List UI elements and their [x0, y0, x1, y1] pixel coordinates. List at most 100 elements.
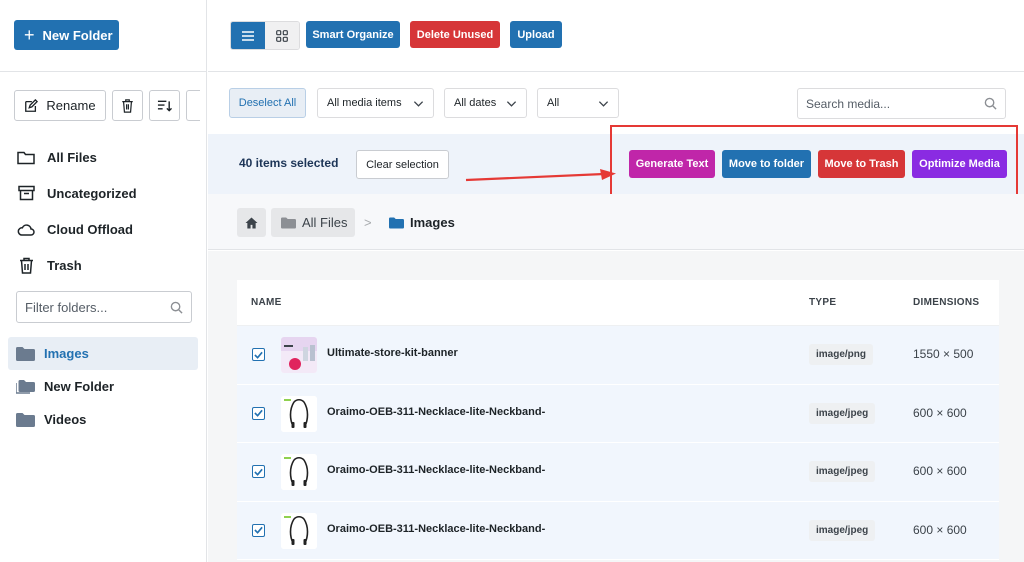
- nav-cloud-offload[interactable]: Cloud Offload: [17, 211, 137, 247]
- folder-tree: Images New Folder Videos: [8, 337, 198, 436]
- delete-folder-button[interactable]: [112, 90, 143, 121]
- media-library-app: + New Folder Rename All Files Uncategori…: [0, 0, 1024, 562]
- nav-uncategorized[interactable]: Uncategorized: [17, 175, 137, 211]
- filter-folders-field[interactable]: [16, 291, 192, 323]
- selection-bar: 40 items selected Clear selection Genera…: [208, 125, 1024, 207]
- row-checkbox[interactable]: [252, 465, 265, 478]
- sort-button[interactable]: [149, 90, 180, 121]
- folder-tools: Rename: [14, 90, 200, 121]
- breadcrumb-all-files-label: All Files: [302, 215, 348, 230]
- breadcrumb-separator: >: [364, 215, 372, 230]
- grid-icon: [276, 29, 288, 42]
- move-to-folder-button[interactable]: Move to folder: [722, 150, 811, 178]
- column-dimensions[interactable]: DIMENSIONS: [913, 297, 979, 308]
- grid-view-button[interactable]: [265, 22, 299, 49]
- chevron-down-icon: [413, 101, 424, 107]
- check-icon: [254, 468, 263, 476]
- clear-selection-button[interactable]: Clear selection: [356, 150, 449, 179]
- breadcrumb-home[interactable]: [237, 208, 266, 237]
- deselect-all-button[interactable]: Deselect All: [229, 88, 306, 118]
- nav-trash[interactable]: Trash: [17, 247, 137, 283]
- chevron-down-icon: [598, 101, 609, 107]
- row-checkbox[interactable]: [252, 523, 265, 537]
- nav-trash-label: Trash: [47, 257, 82, 273]
- delete-unused-button[interactable]: Delete Unused: [410, 21, 500, 48]
- table-row[interactable]: Oraimo-OEB-311-Necklace-lite-Neckband- i…: [237, 501, 999, 560]
- file-type-badge: image/png: [809, 344, 874, 365]
- search-media-field[interactable]: [797, 88, 1006, 119]
- media-type-select[interactable]: All media items: [317, 88, 434, 118]
- status-select[interactable]: All: [537, 88, 619, 118]
- search-media-input[interactable]: [806, 96, 966, 111]
- folder-icon: [281, 216, 296, 229]
- folder-item-images[interactable]: Images: [8, 337, 198, 370]
- row-checkbox[interactable]: [252, 348, 265, 361]
- date-select[interactable]: All dates: [444, 88, 527, 118]
- file-name[interactable]: Ultimate-store-kit-banner: [327, 347, 458, 359]
- table-row[interactable]: Ultimate-store-kit-banner image/png 1550…: [237, 326, 999, 385]
- table-row[interactable]: Oraimo-OEB-311-Necklace-lite-Neckband- i…: [237, 443, 999, 502]
- folder-icon: [16, 346, 35, 361]
- chevron-down-icon: [506, 101, 517, 107]
- file-dimensions: 600 × 600: [913, 464, 967, 478]
- banner-thumbnail: [281, 337, 317, 373]
- folder-item-videos[interactable]: Videos: [8, 403, 198, 436]
- file-type-badge: image/jpeg: [809, 402, 876, 424]
- nav-cloud-offload-label: Cloud Offload: [47, 221, 133, 237]
- table-row[interactable]: Oraimo-OEB-311-Necklace-lite-Neckband- i…: [237, 384, 999, 443]
- generate-text-button[interactable]: Generate Text: [629, 150, 715, 178]
- table-header: NAME TYPE DIMENSIONS: [237, 280, 999, 326]
- row-checkbox[interactable]: [252, 406, 265, 420]
- nav-all-files[interactable]: All Files: [17, 139, 137, 175]
- optimize-media-button[interactable]: Optimize Media: [912, 150, 1007, 178]
- list-view-button[interactable]: [231, 22, 265, 49]
- smart-organize-button[interactable]: Smart Organize: [306, 21, 400, 48]
- neckband-thumbnail: [281, 395, 317, 432]
- check-icon: [254, 351, 263, 359]
- file-dimensions: 600 × 600: [913, 405, 967, 420]
- folder-item-label: Videos: [44, 412, 87, 427]
- file-dimensions: 1550 × 500: [913, 347, 974, 361]
- media-table: NAME TYPE DIMENSIONS Ultimate-store-kit-…: [237, 280, 999, 560]
- filter-folders-input[interactable]: [25, 299, 155, 315]
- view-toggle: [230, 21, 300, 50]
- date-value: All dates: [454, 97, 497, 109]
- annotation-arrow: [465, 169, 616, 182]
- upload-button[interactable]: Upload: [510, 21, 562, 48]
- sort-icon: [157, 100, 172, 112]
- media-type-value: All media items: [327, 97, 402, 109]
- nav-all-files-label: All Files: [47, 149, 97, 165]
- file-name[interactable]: Oraimo-OEB-311-Necklace-lite-Neckband-: [327, 464, 545, 476]
- folder-outline-icon: [17, 151, 35, 164]
- check-icon: [254, 526, 263, 534]
- move-to-trash-button[interactable]: Move to Trash: [818, 150, 905, 178]
- search-icon: [984, 97, 997, 110]
- rename-button[interactable]: Rename: [14, 90, 106, 121]
- file-name[interactable]: Oraimo-OEB-311-Necklace-lite-Neckband-: [327, 523, 545, 535]
- sidebar-divider: [0, 71, 207, 72]
- file-dimensions: 600 × 600: [913, 522, 967, 537]
- trash-icon: [19, 257, 33, 274]
- new-folder-button[interactable]: + New Folder: [14, 20, 119, 50]
- file-name[interactable]: Oraimo-OEB-311-Necklace-lite-Neckband-: [327, 406, 545, 418]
- more-tools-button[interactable]: [186, 90, 200, 121]
- column-type[interactable]: TYPE: [809, 297, 836, 308]
- new-folder-label: New Folder: [42, 27, 113, 43]
- breadcrumb-current-label: Images: [410, 215, 455, 230]
- list-icon: [242, 30, 254, 41]
- column-name[interactable]: NAME: [251, 297, 282, 308]
- filter-bar: Deselect All All media items All dates A…: [208, 73, 1024, 133]
- folders-icon: [16, 379, 35, 394]
- rename-label: Rename: [46, 98, 96, 113]
- folder-item-new-folder[interactable]: New Folder: [8, 370, 198, 403]
- breadcrumb: All Files > Images: [208, 194, 1024, 250]
- plus-icon: +: [24, 25, 35, 45]
- home-icon: [245, 216, 258, 229]
- breadcrumb-all-files[interactable]: All Files: [271, 208, 355, 237]
- file-type-badge: image/jpeg: [809, 519, 876, 541]
- edit-icon: [25, 98, 39, 112]
- trash-icon: [122, 98, 133, 113]
- status-value: All: [547, 97, 560, 109]
- search-icon: [170, 301, 183, 314]
- breadcrumb-current: Images: [389, 208, 455, 237]
